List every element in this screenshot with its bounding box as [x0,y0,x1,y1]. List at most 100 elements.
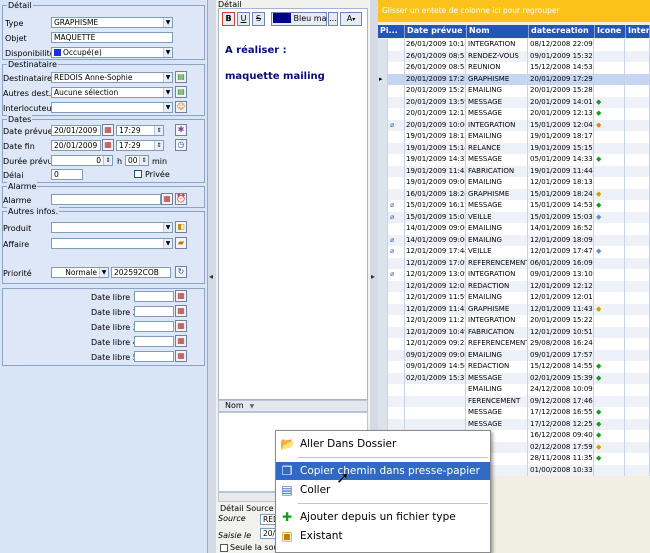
col-nom-header[interactable]: Nom [225,401,244,410]
rich-text-editor[interactable]: B U S Bleu ma … A▾ A réaliser : maquette… [218,8,368,400]
table-row[interactable]: 26/01/2009 10:18 INTEGRATION 08/12/2008 22… [378,39,650,51]
bold-button[interactable]: B [222,12,235,26]
alarm-bell-icon[interactable]: ⏰ [175,193,187,205]
calendar-icon[interactable]: ▦ [102,139,114,151]
table-row[interactable]: 12/01/2009 11:59 EMAILING 12/01/2009 12:01… [378,292,650,304]
col-date-prevue-header[interactable]: Date prévue ▽ [405,25,467,38]
table-row[interactable]: 19/01/2009 18:13 EMAILING 19/01/2009 18:17… [378,131,650,143]
duree-hours-input[interactable]: 0 ⇕ [51,155,113,166]
date-fin-input[interactable]: 20/01/2009 [51,140,101,151]
table-row[interactable]: 09/01/2009 14:54 REDACTION 15/12/2008 14:5… [378,361,650,373]
refresh-icon[interactable]: ↻ [175,266,187,278]
table-row[interactable]: 12/01/2009 12:05 REDACTION 12/01/2009 12:1… [378,280,650,292]
table-row[interactable]: FERENCEMENT09/12/2008 17:46:21 [378,395,650,407]
priorite-code-input[interactable]: 202592COB [111,267,171,278]
color-select[interactable]: Bleu ma [271,12,327,26]
date-libre-5-input[interactable] [134,351,174,362]
date-prevue-input[interactable]: 20/01/2009 [51,125,101,136]
privee-checkbox[interactable] [134,170,142,178]
table-row[interactable]: 12/01/2009 09:22 REFERENCEMENT 29/08/2008 … [378,338,650,350]
calendar-icon[interactable]: ▦ [175,335,187,347]
dispo-select[interactable]: Occupé(e) ▼ [51,47,173,58]
table-row[interactable]: ▸ 20/01/2009 17:29 GRAPHISME 20/01/2009 17:… [378,73,650,85]
table-row[interactable]: ⌀ 14/01/2009 09:00 EMAILING 12/01/2009 18:0… [378,234,650,246]
table-row[interactable]: MESSAGE17/12/2008 16:55:30◆ [378,407,650,419]
table-row[interactable]: 19/01/2009 09:00 EMAILING 12/01/2009 18:13… [378,177,650,189]
folder-icon[interactable]: ▰ [175,237,187,249]
objet-input[interactable]: MAQUETTE [51,32,173,43]
duree-min-input[interactable]: 00 ⇕ [125,155,149,166]
user-list-icon[interactable]: ▤ [175,71,187,83]
menu-item-existant[interactable]: ▣ Existant [276,527,490,545]
collapse-left-icon[interactable]: ◂ [209,272,213,281]
table-row[interactable]: 12/01/2009 17:09 REFERENCEMENT 06/01/2009 … [378,257,650,269]
delai-input[interactable]: 0 [51,169,83,180]
alarme-input[interactable] [51,194,161,205]
autres-dest-select[interactable]: Aucune sélection ▼ [51,87,173,98]
table-row[interactable]: 19/01/2009 14:32MESSAGE05/01/2009 14:33:… [378,154,650,166]
clock-icon[interactable]: ◷ [175,139,187,151]
users-list-icon[interactable]: ▤ [175,86,187,98]
date-libre-4-input[interactable] [134,336,174,347]
date-libre-1-input[interactable] [134,291,174,302]
menu-item-aller-dossier[interactable]: 📂 Aller Dans Dossier [276,435,490,453]
menu-item-ajouter-fichier-type[interactable]: ✚ Ajouter depuis un fichier type [276,508,490,526]
col-nom-header[interactable]: Nom [467,25,529,38]
calendar-icon[interactable]: ▦ [175,305,187,317]
table-row[interactable]: 09/01/2009 09:00 EMAILING 09/01/2009 17:57… [378,349,650,361]
contacts-icon[interactable]: ☺ [175,101,187,113]
seule-source-checkbox[interactable] [220,544,228,552]
strike-button[interactable]: S [252,12,265,26]
underline-button[interactable]: U [237,12,250,26]
produit-select[interactable]: ▼ [51,222,173,233]
table-row[interactable]: ⌀12/01/2009 17:44VEILLE12/01/2009 17:47:… [378,246,650,258]
col-icone-header[interactable]: Icone [595,25,626,38]
calendar-icon[interactable]: ▦ [161,193,173,205]
more-icon[interactable]: … [328,12,338,26]
date-libre-3-input[interactable] [134,321,174,332]
affaire-select[interactable]: ▼ [51,238,173,249]
calendar-icon[interactable]: ▦ [175,350,187,362]
priorite-select[interactable]: Normale ▼ [51,267,109,278]
table-row[interactable]: MESSAGE17/12/2008 12:25:43◆ [378,418,650,430]
table-row[interactable]: 14/01/2009 09:00 EMAILING 14/01/2009 16:52… [378,223,650,235]
interlocuteur-select[interactable]: ▼ [51,102,173,113]
table-row[interactable]: 20/01/2009 12:12MESSAGE20/01/2009 12:13:… [378,108,650,120]
table-row[interactable]: 16/01/2009 18:24 GRAPHISME 15/01/2009 18:2… [378,188,650,200]
product-icon[interactable]: ◧ [175,221,187,233]
col-interlocuteur-header[interactable]: Interlocu [626,25,650,38]
left-splitter[interactable]: ◂ [208,0,216,553]
calendar-icon[interactable]: ▦ [102,124,114,136]
type-select[interactable]: GRAPHISME ▼ [51,17,173,28]
table-row[interactable]: 26/01/2009 08:55 RENDEZ-VOUS 09/01/2009 15… [378,50,650,62]
col-datecreation-header[interactable]: datecreation [529,25,595,38]
table-row[interactable]: 12/01/2009 10:49 FABRICATION 12/01/2009 10… [378,326,650,338]
table-row[interactable]: 19/01/2009 11:43 FABRICATION 19/01/2009 11… [378,165,650,177]
heure-fin-input[interactable]: 17:29 ⇕ [116,140,164,151]
table-row[interactable]: ⌀ 12/01/2009 13:09 INTEGRATION 09/01/2009 1… [378,269,650,281]
heure-prevue-input[interactable]: 17:29 ⇕ [116,125,164,136]
settings-icon[interactable]: ✱ [175,124,187,136]
font-size-button[interactable]: A▾ [340,12,362,26]
table-row[interactable]: 26/01/2009 08:55REUNION15/12/2008 14:53:… [378,62,650,74]
datecreation-cell: 12/01/2009 12:12:08 [529,280,594,292]
calendar-icon[interactable]: ▦ [175,290,187,302]
table-row[interactable]: 20/01/2009 13:59MESSAGE20/01/2009 14:01:… [378,96,650,108]
group-by-bar[interactable]: Glisser un entete de colonne ici pour re… [378,0,650,22]
menu-item-copier-chemin[interactable]: ❐ Copier chemin dans presse-papier [276,462,490,480]
table-row[interactable]: 02/01/2009 15:37MESSAGE02/01/2009 15:39:… [378,372,650,384]
collapse-right-icon[interactable]: ▸ [371,272,375,281]
table-row[interactable]: 19/01/2009 15:14RELANCE19/01/2009 15:15:… [378,142,650,154]
table-row[interactable]: 12/01/2009 11:21 INTEGRATION 20/01/2009 15… [378,315,650,327]
menu-item-coller[interactable]: ▤ Coller [276,481,490,499]
table-row[interactable]: ⌀ 15/01/2009 16:17 MESSAGE 15/01/2009 14:53… [378,200,650,212]
table-row[interactable]: ⌀ 20/01/2009 10:00 INTEGRATION 15/01/2009 1… [378,119,650,131]
dest-select[interactable]: REDOIS Anne-Sophie ▼ [51,72,173,83]
table-row[interactable]: 12/01/2009 11:42 GRAPHISME 12/01/2009 11:4… [378,303,650,315]
col-pi-header[interactable]: Pi... [378,25,405,38]
table-row[interactable]: ⌀15/01/2009 15:03VEILLE15/01/2009 15:03:… [378,211,650,223]
calendar-icon[interactable]: ▦ [175,320,187,332]
table-row[interactable]: 20/01/2009 15:27 EMAILING 20/01/2009 15:28… [378,85,650,97]
date-libre-2-input[interactable] [134,306,174,317]
table-row[interactable]: EMAILING24/12/2008 10:09:47 [378,384,650,396]
